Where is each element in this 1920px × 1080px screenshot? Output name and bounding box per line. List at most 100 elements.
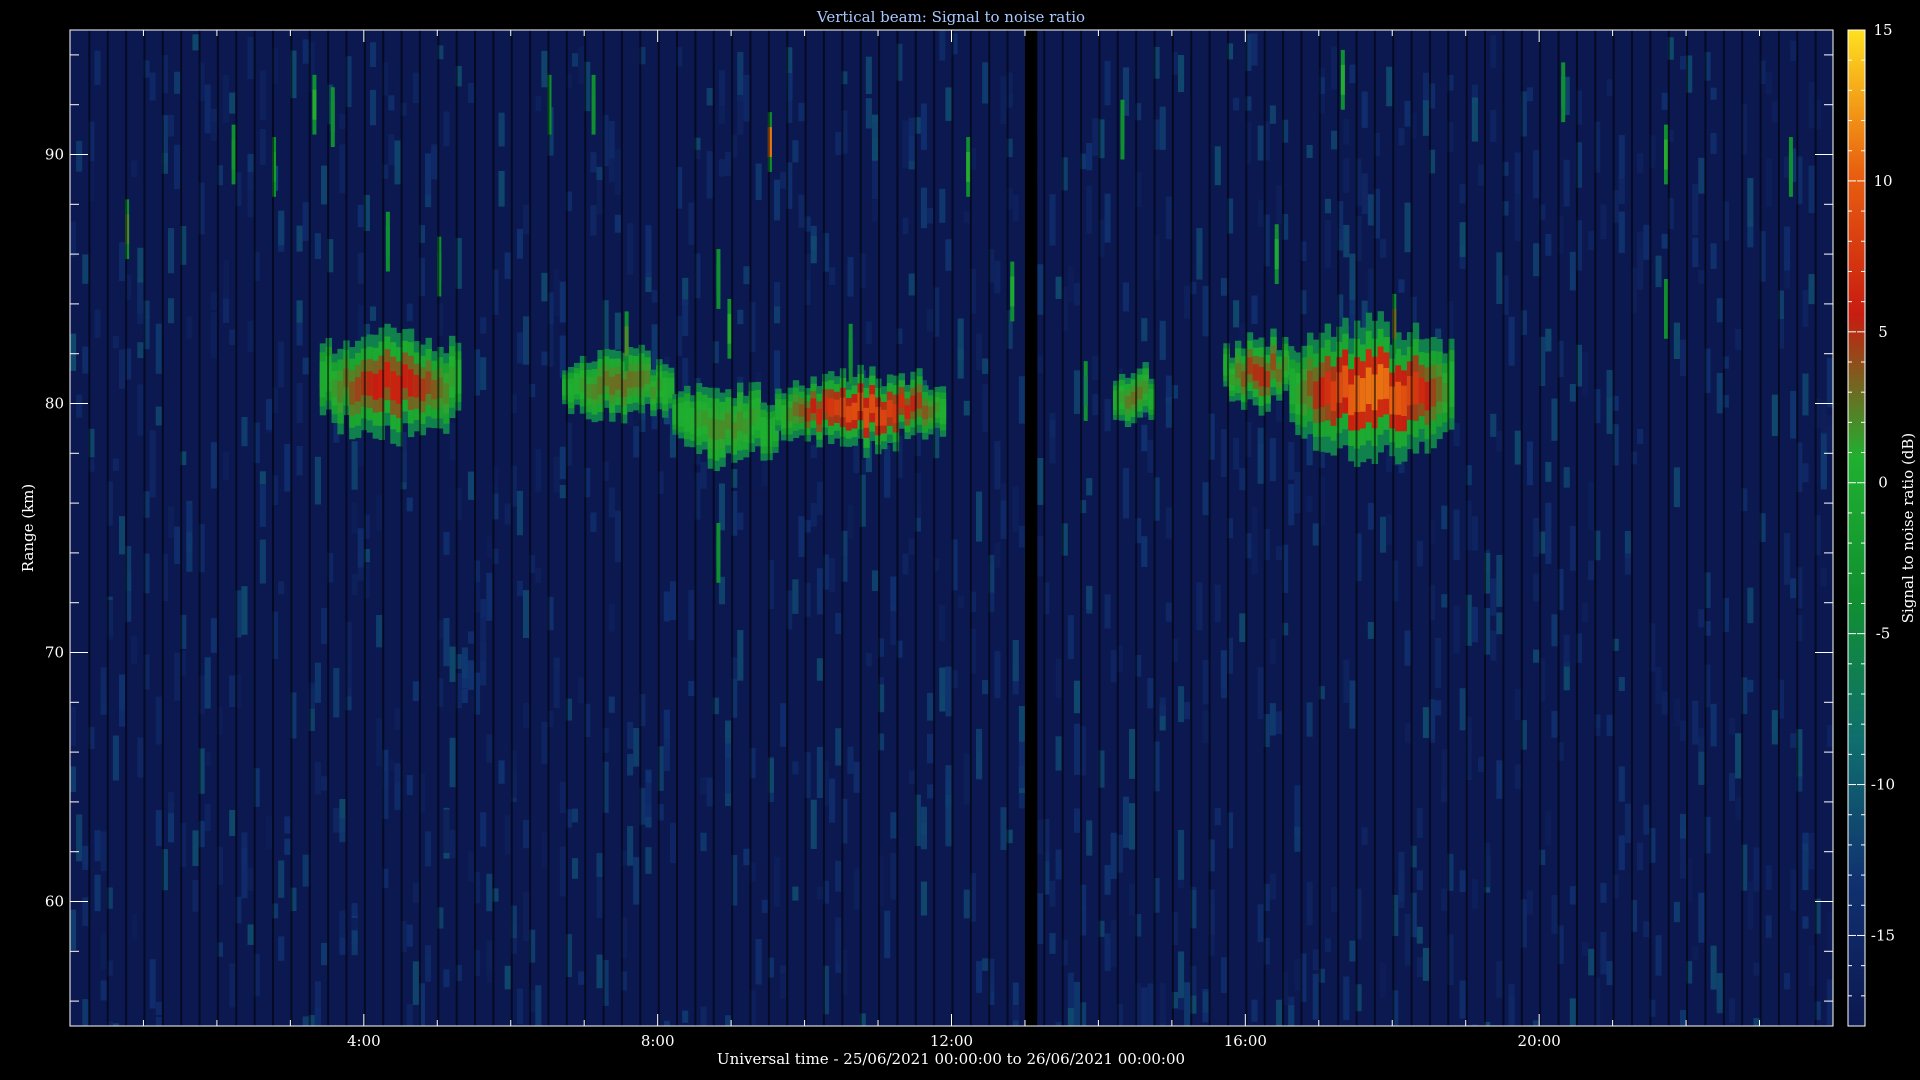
noise-cell — [100, 667, 107, 706]
noise-cell — [871, 156, 879, 200]
noise-cell — [1416, 957, 1423, 978]
noise-cell — [816, 886, 823, 900]
noise-cell — [835, 860, 842, 892]
noise-cell — [1367, 194, 1374, 226]
echo-cell — [568, 384, 575, 397]
noise-cell — [247, 172, 254, 218]
noise-cell — [339, 818, 346, 843]
noise-cell — [1563, 467, 1570, 488]
noise-cell — [1269, 703, 1276, 736]
block-separator — [418, 30, 421, 1026]
noise-cell — [443, 969, 450, 988]
noise-cell — [553, 456, 560, 493]
echo-streak-core — [1788, 152, 1793, 182]
noise-cell — [1802, 463, 1809, 483]
noise-cell — [1710, 945, 1717, 990]
noise-cell — [486, 940, 493, 970]
noise-cell — [1000, 807, 1007, 851]
noise-cell — [737, 309, 744, 325]
plot-area — [70, 30, 1833, 1026]
echo-cell — [1276, 369, 1283, 382]
noise-cell — [1453, 605, 1460, 654]
noise-cell — [1104, 865, 1111, 895]
noise-cell — [1826, 724, 1833, 747]
noise-cell — [1037, 819, 1044, 855]
x-tick-label: 16:00 — [1224, 1032, 1267, 1050]
echo-cell — [337, 380, 344, 403]
noise-cell — [541, 721, 548, 765]
noise-cell — [388, 134, 395, 166]
noise-cell — [1790, 390, 1797, 439]
echo-cell — [443, 383, 450, 404]
noise-cell — [963, 889, 970, 919]
block-separator — [676, 30, 679, 1026]
block-separator — [933, 30, 936, 1026]
block-separator — [1428, 30, 1431, 1026]
noise-cell — [94, 50, 101, 85]
echo-cell — [833, 399, 841, 416]
noise-cell — [1416, 926, 1423, 944]
noise-cell — [1441, 594, 1448, 608]
block-separator — [1373, 30, 1376, 1026]
noise-cell — [1453, 509, 1460, 560]
echo-cell — [775, 404, 782, 415]
echo-cell — [662, 384, 669, 398]
noise-cell — [1037, 893, 1044, 945]
noise-cell — [1747, 679, 1754, 693]
noise-cell — [118, 242, 126, 282]
noise-cell — [1037, 355, 1044, 373]
noise-cell — [1073, 981, 1081, 1026]
noise-cell — [1331, 886, 1338, 913]
noise-cell — [798, 516, 805, 557]
y-tick-label: 60 — [45, 893, 64, 911]
block-separator — [400, 30, 403, 1026]
noise-cell — [994, 260, 1001, 294]
block-separator — [786, 30, 789, 1026]
noise-cell — [1618, 676, 1625, 691]
noise-cell — [1826, 912, 1833, 951]
noise-cell — [792, 579, 799, 614]
noise-cell — [902, 553, 909, 575]
block-separator — [1612, 30, 1615, 1026]
noise-cell — [1251, 33, 1258, 66]
noise-cell — [571, 808, 579, 823]
noise-cell — [1312, 523, 1319, 546]
block-separator — [1502, 30, 1505, 1026]
noise-cell — [357, 252, 364, 284]
noise-cell — [369, 306, 377, 321]
noise-cell — [480, 357, 487, 390]
noise-cell — [149, 72, 156, 101]
noise-cell — [835, 917, 842, 964]
noise-cell — [259, 471, 266, 485]
noise-cell — [1545, 461, 1552, 482]
noise-cell — [1367, 268, 1374, 312]
noise-cell — [1324, 220, 1332, 268]
noise-cell — [486, 734, 493, 763]
echo-streak-core — [1010, 276, 1015, 307]
noise-cell — [975, 333, 983, 371]
noise-cell — [284, 838, 291, 855]
noise-cell — [247, 37, 254, 80]
noise-cell — [614, 149, 621, 195]
noise-cell — [284, 816, 291, 834]
echo-cell — [898, 394, 905, 408]
noise-cell — [1012, 639, 1019, 682]
noise-cell — [1716, 298, 1723, 323]
colorbar-tick-label: 15 — [1873, 21, 1892, 39]
noise-cell — [1771, 394, 1778, 436]
noise-cell — [847, 256, 854, 297]
noise-cell — [1129, 728, 1136, 779]
noise-cell — [1698, 892, 1705, 943]
noise-cell — [1508, 316, 1515, 366]
block-separator — [859, 30, 862, 1026]
noise-cell — [1606, 714, 1613, 736]
echo-cell — [1307, 370, 1314, 397]
noise-cell — [1049, 933, 1056, 954]
noise-cell — [1679, 1010, 1687, 1026]
noise-cell — [1288, 1005, 1295, 1026]
noise-cell — [1067, 615, 1074, 660]
noise-cell — [627, 826, 634, 866]
noise-cell — [1588, 481, 1595, 531]
noise-cell — [229, 809, 236, 837]
noise-cell — [1037, 264, 1044, 315]
